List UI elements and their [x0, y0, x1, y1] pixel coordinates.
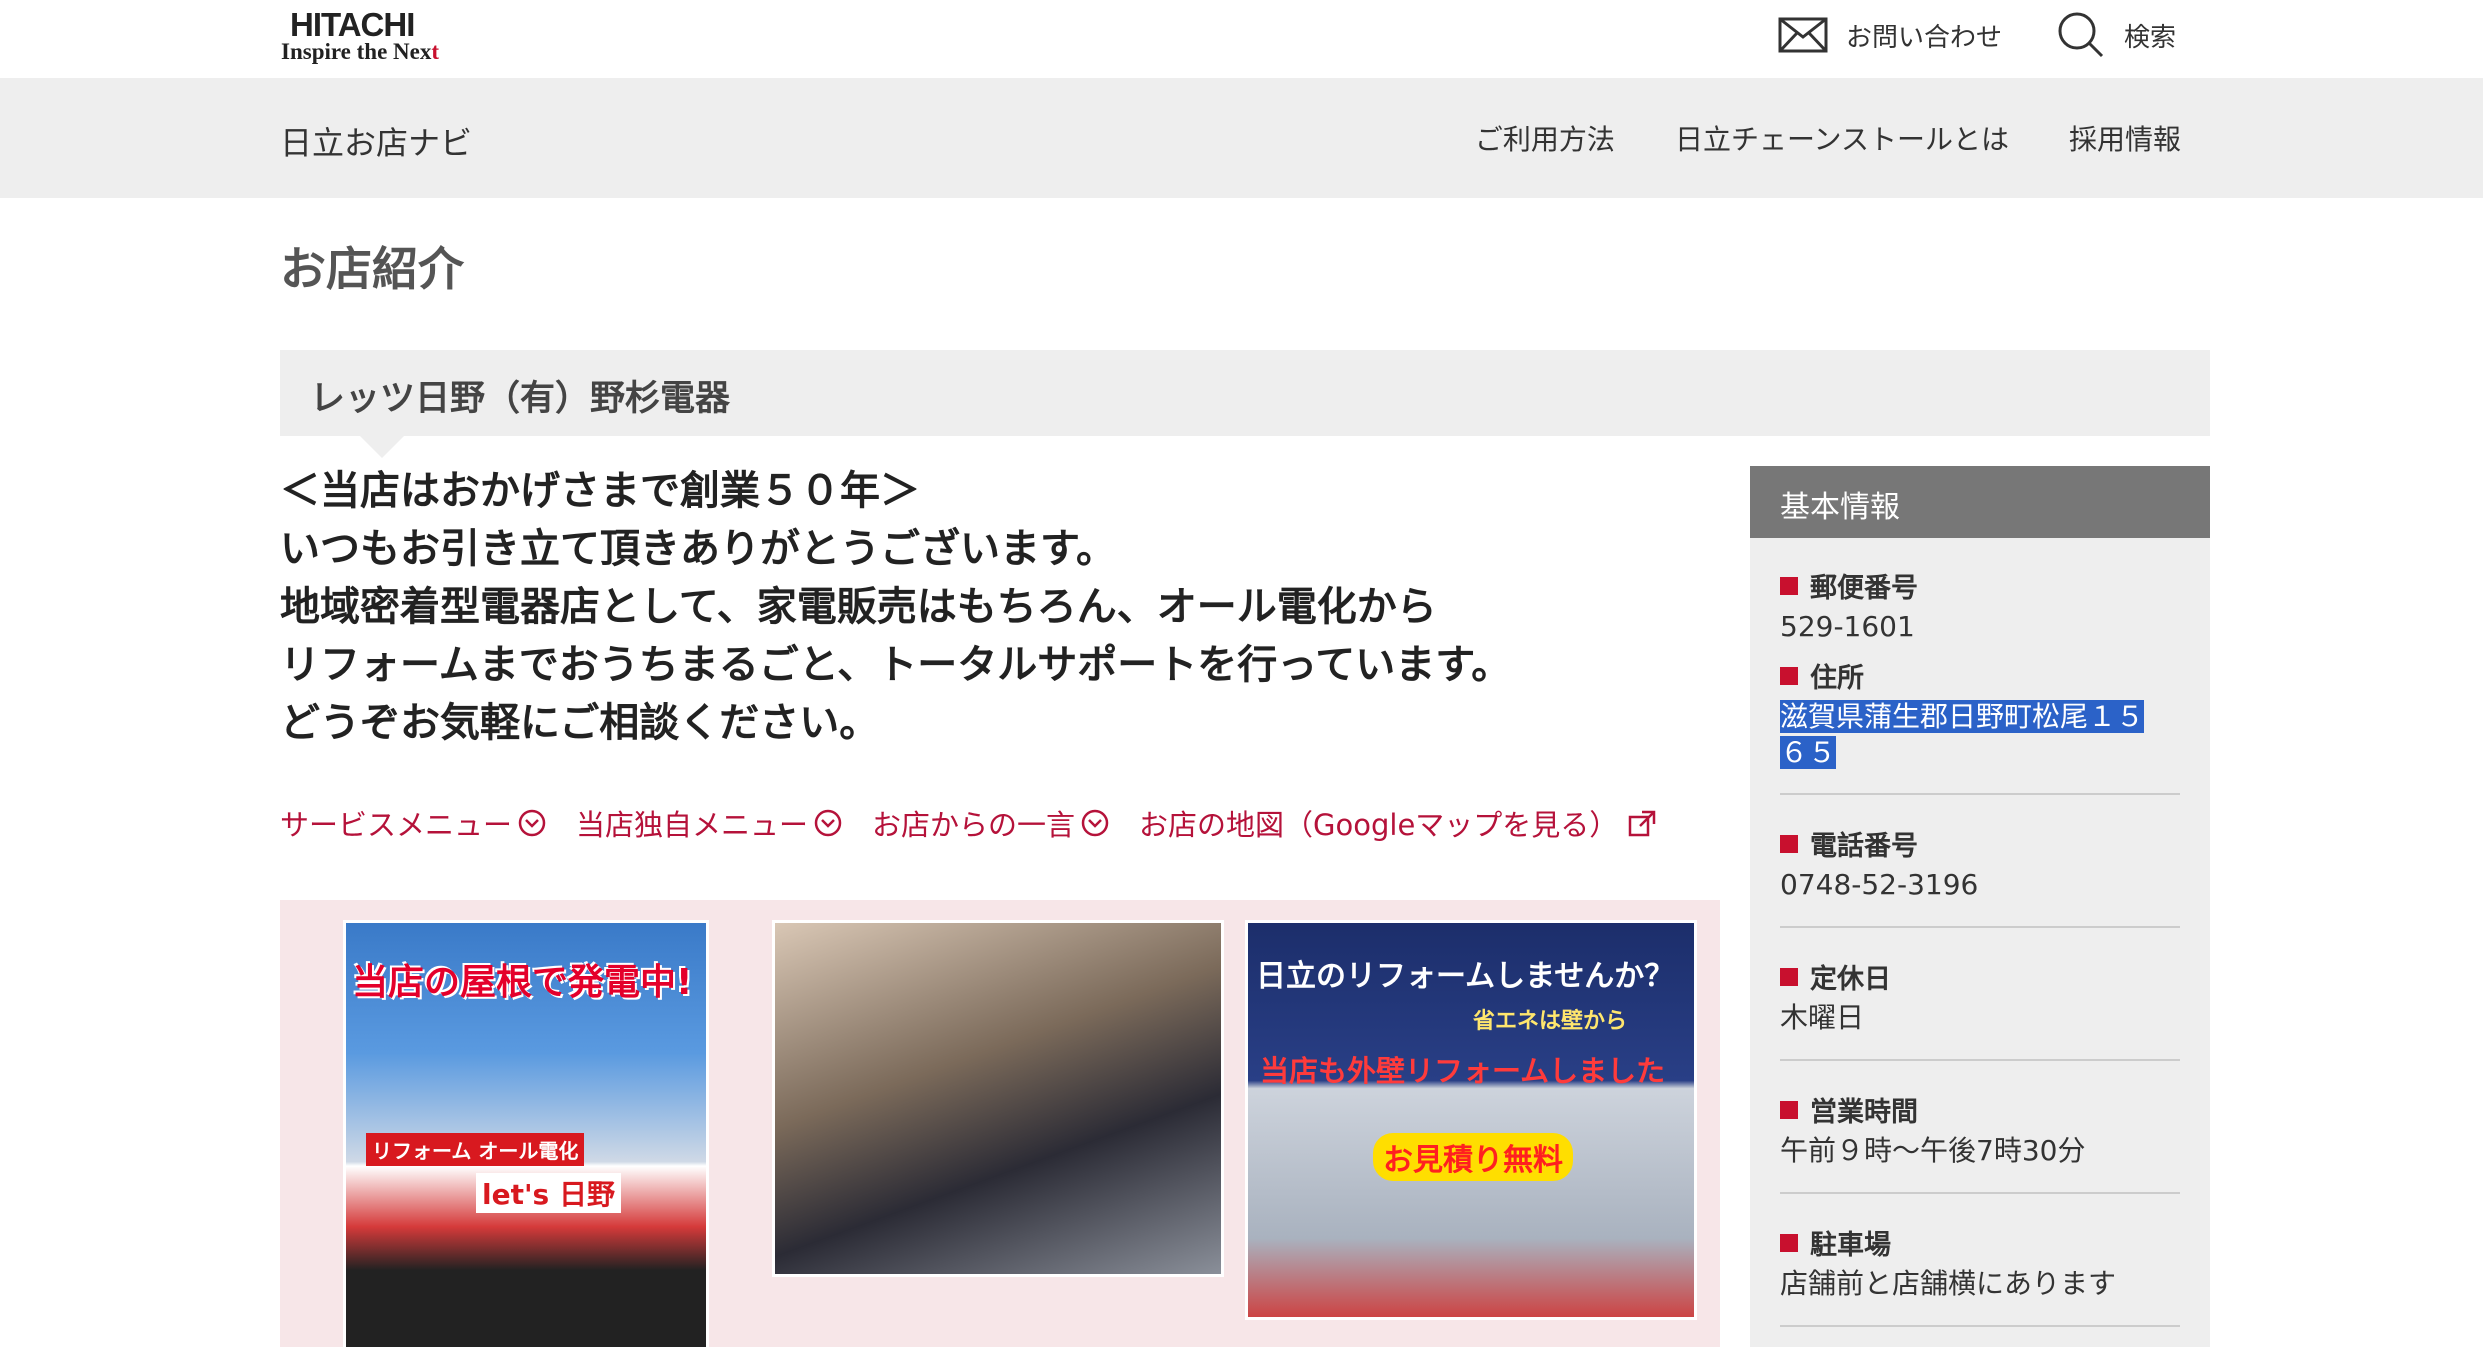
search-label: 検索	[2124, 22, 2177, 53]
shop-intro-text: ＜当店はおかげさまで創業５０年＞ いつもお引き立て頂きありがとうございます。 地…	[280, 462, 1720, 752]
info-label: 営業時間	[1810, 1097, 1918, 1128]
anchor-links: サービスメニュー 当店独自メニュー お店からの一言 お店の地図（Googleマッ…	[280, 802, 1658, 844]
photo-store-interior[interactable]	[772, 920, 1224, 1277]
sidebar-heading: 基本情報	[1750, 466, 2210, 538]
info-parking: 駐車場 店舗前と店舗横にあります	[1780, 1223, 2180, 1302]
shop-name: レッツ日野（有）野杉電器	[310, 379, 731, 419]
photo-gallery: 当店の屋根で発電中! リフォーム オール電化 let's 日野 日立のリフォーム…	[280, 900, 1720, 1347]
basic-info-sidebar: 基本情報 郵便番号 529-1601 住所 滋賀県蒲生郡日野町松尾１５ ６５ 電…	[1750, 466, 2210, 1347]
info-value: 木曜日	[1780, 1001, 1865, 1034]
red-square-icon	[1780, 967, 1798, 986]
nav-band: 日立お店ナビ ご利用方法 日立チェーンストールとは 採用情報	[0, 78, 2483, 198]
site-name[interactable]: 日立お店ナビ	[280, 118, 472, 164]
mail-icon	[1778, 17, 1828, 53]
nav-link-usage[interactable]: ご利用方法	[1475, 118, 1615, 158]
external-link-icon	[1629, 810, 1656, 837]
logo-brand-text: HITACHI	[290, 6, 415, 43]
info-value-selected[interactable]: 滋賀県蒲生郡日野町松尾１５ ６５	[1780, 699, 2180, 771]
info-value: 午前９時～午後7時30分	[1780, 1134, 2086, 1167]
info-divider	[1780, 793, 2180, 795]
anchor-label: お店の地図（Googleマップを見る）	[1139, 808, 1619, 842]
page-title: お店紹介	[280, 242, 464, 296]
circle-chevron-down-icon	[518, 809, 546, 837]
info-label: 郵便番号	[1810, 573, 1918, 604]
photo-caption: let's 日野	[476, 1173, 621, 1213]
circle-chevron-down-icon	[1081, 809, 1109, 837]
info-label: 電話番号	[1810, 831, 1918, 862]
nav-link-chainstore[interactable]: 日立チェーンストールとは	[1675, 118, 2009, 158]
info-divider	[1780, 1059, 2180, 1061]
info-divider	[1780, 1325, 2180, 1327]
contact-link[interactable]: お問い合わせ	[1778, 10, 2002, 60]
red-square-icon	[1780, 1100, 1798, 1119]
intro-line: 地域密着型電器店として、家電販売はもちろん、オール電化から	[280, 584, 1437, 630]
search-link[interactable]: 検索	[2056, 10, 2176, 60]
photo-caption: 日立のリフォームしませんか？	[1256, 959, 1675, 994]
hitachi-logo[interactable]: HITACHI Inspire the Next	[281, 6, 481, 66]
anchor-original-menu[interactable]: 当店独自メニュー	[576, 802, 842, 844]
red-square-icon	[1780, 666, 1798, 685]
info-label: 定休日	[1810, 964, 1891, 995]
red-square-icon	[1780, 834, 1798, 853]
photo-caption: 省エネは壁から	[1473, 1009, 1628, 1034]
top-header: HITACHI Inspire the Next お問い合わせ 検索	[0, 0, 2483, 78]
intro-line: リフォームまでおうちまるごと、トータルサポートを行っています。	[280, 642, 1512, 688]
photo-caption: リフォーム オール電化	[366, 1133, 585, 1166]
photo-caption: 当店の屋根で発電中!	[352, 962, 693, 1003]
photo-reform-ad[interactable]: 日立のリフォームしませんか？ 省エネは壁から 当店も外壁リフォームしました お見…	[1245, 920, 1697, 1320]
info-postal-code: 郵便番号 529-1601	[1780, 566, 2180, 645]
anchor-label: お店からの一言	[872, 808, 1076, 842]
address-line: 滋賀県蒲生郡日野町松尾１５	[1780, 700, 2145, 733]
info-label: 住所	[1810, 663, 1864, 694]
nav-link-recruit[interactable]: 採用情報	[2069, 118, 2181, 158]
search-icon	[2058, 12, 2104, 58]
photo-caption: お見積り無料	[1373, 1133, 1573, 1181]
anchor-label: サービスメニュー	[280, 808, 513, 842]
shop-name-bar: レッツ日野（有）野杉電器	[280, 350, 2210, 458]
circle-chevron-down-icon	[814, 809, 842, 837]
info-value: 店舗前と店舗横にあります	[1780, 1267, 2117, 1300]
anchor-google-map[interactable]: お店の地図（Googleマップを見る）	[1139, 802, 1658, 844]
intro-line: いつもお引き立て頂きありがとうございます。	[280, 526, 1116, 572]
info-phone: 電話番号 0748-52-3196	[1780, 824, 2180, 903]
info-value: 529-1601	[1780, 610, 1915, 643]
info-closed-day: 定休日 木曜日	[1780, 957, 2180, 1036]
info-divider	[1780, 1192, 2180, 1194]
address-line: ６５	[1780, 736, 1837, 769]
anchor-service-menu[interactable]: サービスメニュー	[280, 802, 546, 844]
red-square-icon	[1780, 576, 1798, 595]
info-divider	[1780, 926, 2180, 928]
anchor-label: 当店独自メニュー	[576, 808, 809, 842]
photo-shop-roof[interactable]: 当店の屋根で発電中! リフォーム オール電化 let's 日野	[343, 920, 709, 1347]
global-nav: ご利用方法 日立チェーンストールとは 採用情報	[1475, 118, 2181, 158]
contact-label: お問い合わせ	[1846, 22, 2003, 53]
anchor-shop-message[interactable]: お店からの一言	[872, 802, 1109, 844]
info-address: 住所 滋賀県蒲生郡日野町松尾１５ ６５	[1780, 656, 2180, 771]
photo-caption: 当店も外壁リフォームしました	[1260, 1054, 1666, 1088]
red-square-icon	[1780, 1233, 1798, 1252]
logo-tagline: Inspire the Next	[281, 39, 440, 64]
intro-line: どうぞお気軽にご相談ください。	[280, 700, 880, 746]
info-business-hours: 営業時間 午前９時～午後7時30分	[1780, 1090, 2180, 1169]
intro-line: ＜当店はおかげさまで創業５０年＞	[280, 468, 920, 514]
info-label: 駐車場	[1810, 1230, 1891, 1261]
info-value: 0748-52-3196	[1780, 868, 1979, 901]
